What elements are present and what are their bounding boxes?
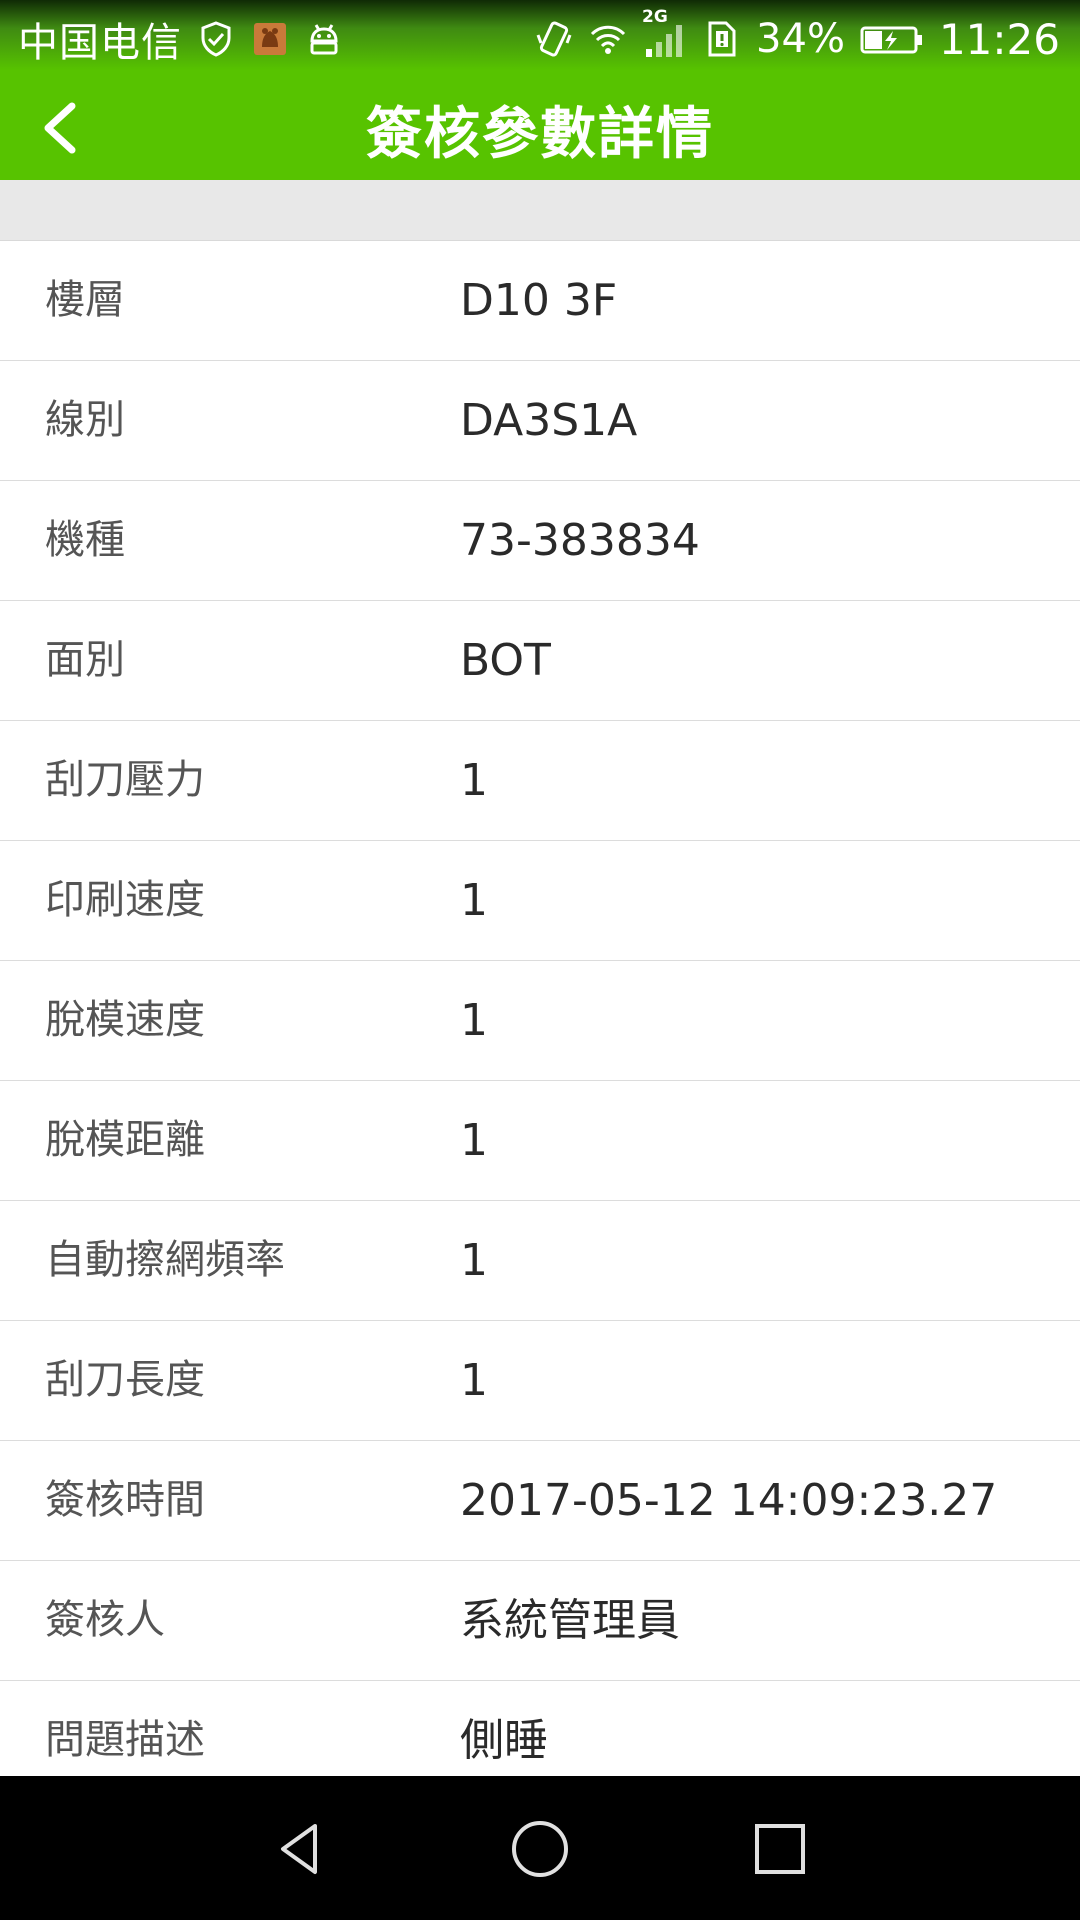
detail-row-squeegee-length: 刮刀長度 1	[0, 1321, 1080, 1441]
signal-icon: 2G	[642, 7, 688, 59]
android-icon	[304, 19, 344, 59]
detail-row-floor: 樓層 D10 3F	[0, 241, 1080, 361]
status-left: 中国电信	[18, 14, 344, 66]
detail-row-issue-description: 問題描述 側睡	[0, 1681, 1080, 1776]
row-label: 印刷速度	[45, 877, 205, 923]
row-value: 2017-05-12 14:09:23.27	[460, 1475, 998, 1526]
network-type-label: 2G	[642, 7, 668, 27]
navigation-bar	[0, 1776, 1080, 1920]
row-value: D10 3F	[460, 275, 618, 326]
detail-row-print-speed: 印刷速度 1	[0, 841, 1080, 961]
row-value: DA3S1A	[460, 395, 638, 446]
status-right: 2G 34% 11:26	[534, 7, 1060, 64]
detail-row-side: 面別 BOT	[0, 601, 1080, 721]
nav-recents-icon	[745, 1814, 815, 1884]
clock: 11:26	[938, 14, 1060, 64]
nav-home-icon	[505, 1814, 575, 1884]
row-value: 1	[460, 875, 488, 926]
chevron-left-icon	[36, 100, 84, 156]
battery-percentage: 34%	[756, 16, 845, 62]
row-label: 線別	[45, 397, 125, 443]
row-label: 刮刀壓力	[45, 757, 205, 803]
row-label: 機種	[45, 517, 125, 563]
row-value: 1	[460, 1235, 488, 1286]
nav-recents-button[interactable]	[735, 1804, 825, 1894]
row-value: 側睡	[460, 1715, 548, 1766]
detail-row-demold-distance: 脫模距離 1	[0, 1081, 1080, 1201]
detail-list: 樓層 D10 3F 線別 DA3S1A 機種 73-383834 面別 BOT …	[0, 241, 1080, 1776]
battery-charging-icon	[859, 19, 925, 59]
row-label: 脫模距離	[45, 1117, 205, 1163]
row-value: 1	[460, 1355, 488, 1406]
status-bar: 中国电信 2G 34% 11:26	[0, 0, 1080, 78]
row-label: 簽核人	[45, 1597, 165, 1643]
row-value: 1	[460, 755, 488, 806]
carrier-name: 中国电信	[18, 20, 182, 66]
vibrate-icon	[534, 19, 574, 59]
detail-row-demold-speed: 脫模速度 1	[0, 961, 1080, 1081]
detail-row-auto-wipe-frequency: 自動擦網頻率 1	[0, 1201, 1080, 1321]
nav-back-icon	[265, 1814, 335, 1884]
row-label: 簽核時間	[45, 1477, 205, 1523]
row-value: 73-383834	[460, 515, 700, 566]
row-label: 刮刀長度	[45, 1357, 205, 1403]
shield-check-icon	[196, 19, 236, 59]
detail-row-model: 機種 73-383834	[0, 481, 1080, 601]
row-value: BOT	[460, 635, 551, 686]
back-button[interactable]	[20, 88, 100, 168]
row-label: 脫模速度	[45, 997, 205, 1043]
row-value: 系統管理員	[460, 1595, 680, 1646]
app-notification-icon	[250, 19, 290, 59]
nav-back-button[interactable]	[255, 1804, 345, 1894]
row-value: 1	[460, 1115, 488, 1166]
row-label: 面別	[45, 637, 125, 683]
row-label: 樓層	[45, 277, 125, 323]
row-label: 自動擦網頻率	[45, 1237, 285, 1283]
page-title: 簽核參數詳情	[366, 101, 714, 167]
sim-alert-icon	[702, 19, 742, 59]
wifi-icon	[588, 19, 628, 59]
detail-row-signoff-time: 簽核時間 2017-05-12 14:09:23.27	[0, 1441, 1080, 1561]
app-header: 簽核參數詳情	[0, 78, 1080, 180]
section-spacer	[0, 180, 1080, 241]
row-label: 問題描述	[45, 1717, 205, 1763]
detail-row-signer: 簽核人 系統管理員	[0, 1561, 1080, 1681]
detail-row-line: 線別 DA3S1A	[0, 361, 1080, 481]
nav-home-button[interactable]	[495, 1804, 585, 1894]
row-value: 1	[460, 995, 488, 1046]
detail-row-squeegee-pressure: 刮刀壓力 1	[0, 721, 1080, 841]
